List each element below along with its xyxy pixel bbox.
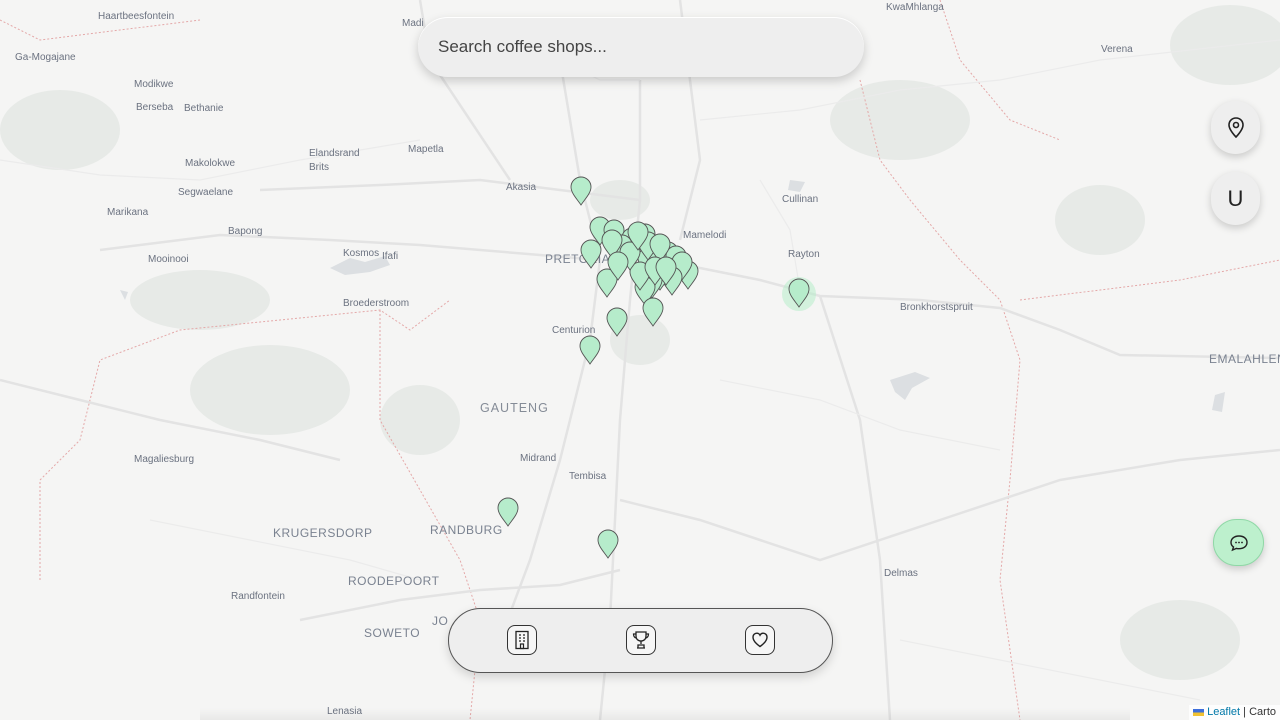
- chat-button[interactable]: [1213, 519, 1264, 566]
- place-label: Rayton: [788, 249, 820, 260]
- place-label: GAUTENG: [480, 401, 549, 415]
- place-label: RANDBURG: [430, 523, 503, 537]
- chat-bubble-icon: [1229, 534, 1248, 551]
- search-bar: [418, 17, 864, 77]
- buildings-button[interactable]: [507, 625, 537, 655]
- place-label: Marikana: [107, 207, 149, 218]
- place-label: Centurion: [552, 325, 595, 336]
- place-label: Haartbeesfontein: [98, 11, 174, 22]
- locate-button[interactable]: [1211, 101, 1260, 154]
- map-pin-icon: [1227, 116, 1244, 138]
- place-label: Verena: [1101, 44, 1133, 55]
- place-label: Ga-Mogajane: [15, 52, 76, 63]
- attribution-provider: Carto: [1249, 706, 1276, 718]
- place-label: ROODEPOORT: [348, 574, 440, 588]
- heart-icon: [752, 632, 768, 648]
- building-icon: [515, 630, 529, 650]
- place-label: Ifafi: [382, 251, 398, 262]
- place-label: Bronkhorstspruit: [900, 302, 973, 313]
- trophy-button[interactable]: [626, 625, 656, 655]
- place-label: Delmas: [884, 568, 918, 579]
- place-label: Segwaelane: [178, 187, 233, 198]
- place-label: KRUGERSDORP: [273, 526, 373, 540]
- map-attribution: Leaflet | Carto: [1189, 705, 1280, 720]
- place-label: Cullinan: [782, 194, 818, 205]
- place-label: Brits: [309, 162, 329, 173]
- place-label: Tembisa: [569, 471, 607, 482]
- place-label: Randfontein: [231, 591, 285, 602]
- trophy-icon: [632, 631, 650, 649]
- leaflet-link[interactable]: Leaflet: [1207, 706, 1240, 718]
- place-label: Berseba: [136, 102, 174, 113]
- place-label: KwaMhlanga: [886, 2, 944, 13]
- bottom-dock: [448, 608, 833, 673]
- ukraine-flag-icon: [1193, 708, 1205, 716]
- place-label: Bapong: [228, 226, 262, 237]
- place-label: Modikwe: [134, 79, 174, 90]
- place-label: Elandsrand: [309, 148, 360, 159]
- place-label: Magaliesburg: [134, 454, 194, 465]
- place-label: JO: [432, 614, 448, 628]
- place-label: Bethanie: [184, 103, 224, 114]
- attribution-separator: |: [1243, 706, 1247, 718]
- place-label: Madi: [402, 18, 424, 29]
- bottom-shadow: [200, 708, 1130, 720]
- place-label: Mooinooi: [148, 254, 189, 265]
- underline-button[interactable]: U: [1211, 172, 1260, 225]
- place-label: Mapetla: [408, 144, 444, 155]
- underline-icon: U: [1227, 185, 1244, 211]
- place-label: Kosmos: [343, 248, 379, 259]
- favorites-button[interactable]: [745, 625, 775, 655]
- place-label: Midrand: [520, 453, 556, 464]
- place-label: EMALAHLENI: [1209, 352, 1280, 366]
- place-label: Broederstroom: [343, 298, 409, 309]
- search-input[interactable]: [436, 36, 846, 58]
- place-label: Makolokwe: [185, 158, 235, 169]
- place-label: Akasia: [506, 182, 536, 193]
- place-label: SOWETO: [364, 626, 420, 640]
- place-label: Mamelodi: [683, 230, 726, 241]
